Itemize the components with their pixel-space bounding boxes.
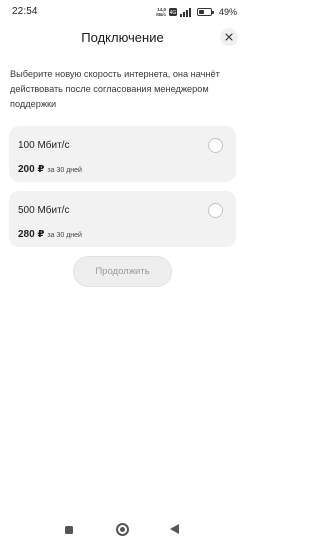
svg-text:4G: 4G: [170, 10, 177, 16]
plan-price-row: 200 ₽ за 30 дней: [18, 164, 82, 175]
plan-card-500[interactable]: 500 Мбит/с 280 ₽ за 30 дней: [9, 191, 236, 247]
status-bar: 22:54 14,0 КБ/с 4G 49%: [0, 0, 245, 24]
plan-period: за 30 дней: [47, 232, 82, 239]
close-button[interactable]: [220, 28, 238, 46]
back-triangle-icon[interactable]: [170, 524, 179, 534]
status-icons: 14,0 КБ/с 4G 49%: [156, 5, 237, 19]
page-title: Подключение: [81, 30, 164, 45]
plan-period: за 30 дней: [47, 167, 82, 174]
plan-radio-100[interactable]: [208, 138, 223, 153]
plan-price-row: 280 ₽ за 30 дней: [18, 229, 82, 240]
home-circle-icon[interactable]: [116, 523, 129, 536]
description-text: Выберите новую скорость интернета, она н…: [10, 69, 220, 109]
battery-icon: [196, 8, 214, 16]
plan-radio-500[interactable]: [208, 203, 223, 218]
plan-price: 280 ₽: [18, 229, 45, 240]
plan-price: 200 ₽: [18, 164, 45, 175]
continue-button[interactable]: Продолжить: [73, 256, 172, 287]
network-speed: 14,0 КБ/с: [156, 7, 166, 17]
plan-card-100[interactable]: 100 Мбит/с 200 ₽ за 30 дней: [9, 126, 236, 182]
plan-speed: 500 Мбит/с: [18, 205, 70, 216]
battery-fill: [198, 10, 205, 14]
network-speed-unit: КБ/с: [156, 12, 166, 17]
status-time: 22:54: [12, 6, 38, 17]
plan-speed: 100 Мбит/с: [18, 140, 70, 151]
battery-percent: 49%: [218, 7, 237, 17]
signal-icon: [179, 7, 194, 17]
close-icon: [225, 28, 233, 46]
volte-icon: 4G: [168, 8, 177, 16]
system-nav-bar: [0, 515, 245, 545]
recents-square-icon[interactable]: [65, 526, 73, 534]
